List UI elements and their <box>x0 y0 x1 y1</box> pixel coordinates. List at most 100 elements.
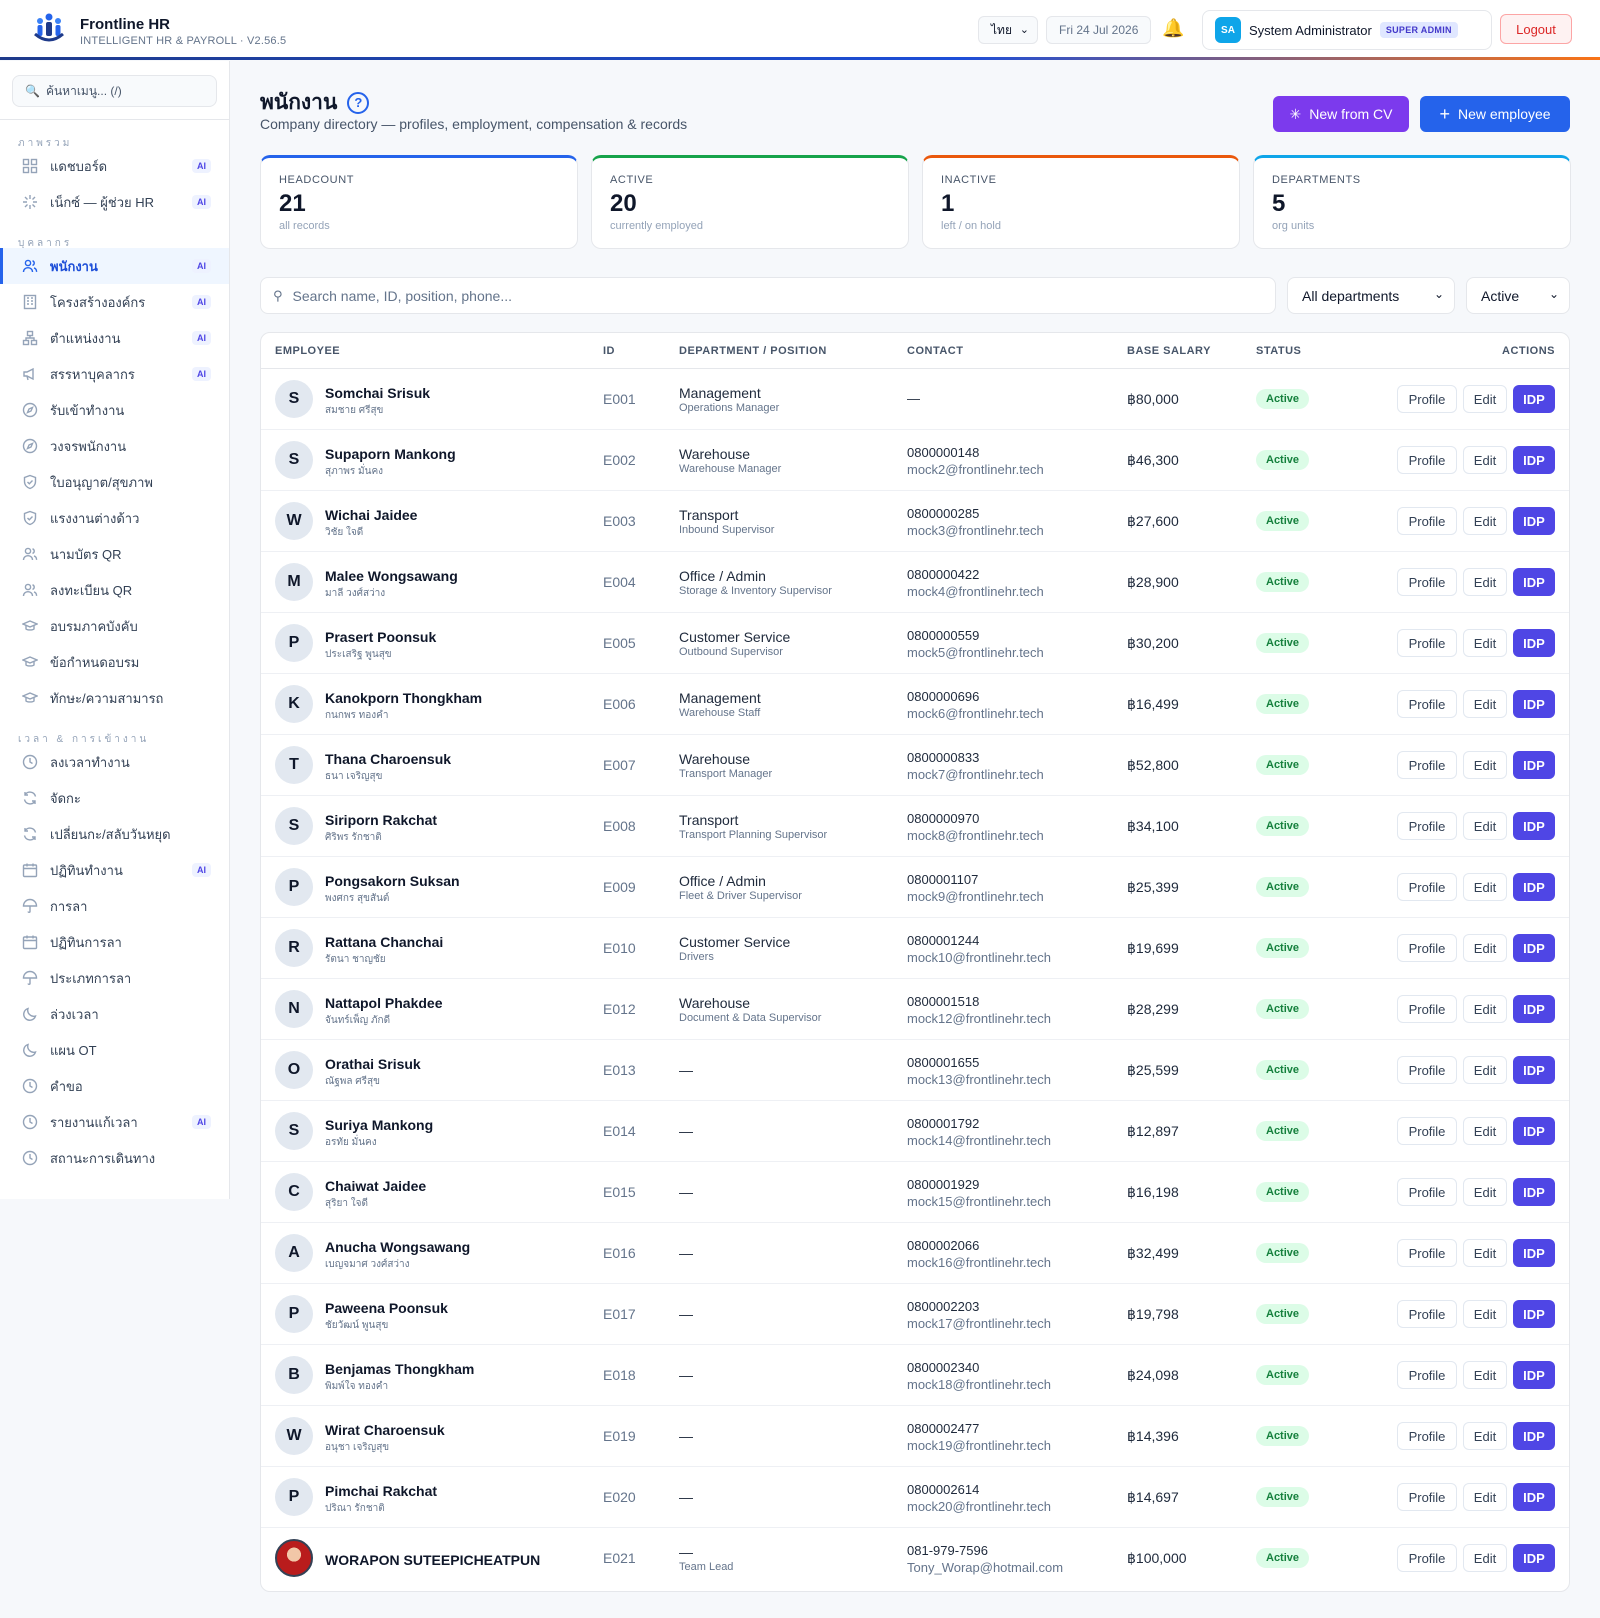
sidebar-item[interactable]: อบรมภาคบังคับ <box>0 608 229 644</box>
sidebar-item[interactable]: ปฏิทินการลา <box>0 924 229 960</box>
profile-button[interactable]: Profile <box>1397 1056 1457 1084</box>
idp-button[interactable]: IDP <box>1513 1178 1555 1206</box>
edit-button[interactable]: Edit <box>1463 629 1507 657</box>
edit-button[interactable]: Edit <box>1463 1422 1507 1450</box>
table-row[interactable]: B Benjamas Thongkham พิมพ์ใจ ทองคำ E018 … <box>261 1345 1569 1406</box>
employee-name[interactable]: Kanokporn Thongkham <box>325 690 482 706</box>
bell-icon[interactable]: 🔔 <box>1162 18 1184 39</box>
table-row[interactable]: C Chaiwat Jaidee สุริยา ใจดี E015 — 0800… <box>261 1162 1569 1223</box>
help-icon[interactable]: ? <box>347 91 370 114</box>
idp-button[interactable]: IDP <box>1513 385 1555 413</box>
department-filter[interactable]: All departments ⌄ <box>1287 277 1455 314</box>
edit-button[interactable]: Edit <box>1463 446 1507 474</box>
employee-name[interactable]: Somchai Srisuk <box>325 385 430 401</box>
edit-button[interactable]: Edit <box>1463 1239 1507 1267</box>
profile-button[interactable]: Profile <box>1397 568 1457 596</box>
table-row[interactable]: A Anucha Wongsawang เบญจมาศ วงศ์สว่าง E0… <box>261 1223 1569 1284</box>
idp-button[interactable]: IDP <box>1513 751 1555 779</box>
profile-button[interactable]: Profile <box>1397 507 1457 535</box>
table-row[interactable]: W Wichai Jaidee วิชัย ใจดี E003 Transpor… <box>261 491 1569 552</box>
sidebar-item[interactable]: แผน OT <box>0 1032 229 1068</box>
logout-button[interactable]: Logout <box>1500 14 1572 44</box>
col-id[interactable]: ID <box>603 345 615 357</box>
idp-button[interactable]: IDP <box>1513 446 1555 474</box>
table-row[interactable]: P Paweena Poonsuk ชัยวัฒน์ พูนสุข E017 —… <box>261 1284 1569 1345</box>
sidebar-item[interactable]: รับเข้าทำงาน <box>0 392 229 428</box>
sidebar-item[interactable]: แดชบอร์ด AI <box>0 148 229 184</box>
employee-name[interactable]: Wichai Jaidee <box>325 507 417 523</box>
table-row[interactable]: W Wirat Charoensuk อนุชา เจริญสุข E019 —… <box>261 1406 1569 1467</box>
idp-button[interactable]: IDP <box>1513 568 1555 596</box>
edit-button[interactable]: Edit <box>1463 568 1507 596</box>
col-employee[interactable]: EMPLOYEE <box>275 345 340 357</box>
new-employee-button[interactable]: + New employee <box>1420 96 1570 132</box>
sidebar-item[interactable]: ลงทะเบียน QR <box>0 572 229 608</box>
idp-button[interactable]: IDP <box>1513 1361 1555 1389</box>
sidebar-item[interactable]: พนักงาน AI <box>0 248 229 284</box>
user-menu[interactable]: SA System Administrator SUPER ADMIN <box>1202 10 1492 50</box>
table-row[interactable]: N Nattapol Phakdee จันทร์เพ็ญ ภักดี E012… <box>261 979 1569 1040</box>
edit-button[interactable]: Edit <box>1463 934 1507 962</box>
edit-button[interactable]: Edit <box>1463 1300 1507 1328</box>
table-row[interactable]: T Thana Charoensuk ธนา เจริญสุข E007 War… <box>261 735 1569 796</box>
sidebar-item[interactable]: เปลี่ยนกะ/สลับวันหยุด <box>0 816 229 852</box>
employee-name[interactable]: Pimchai Rakchat <box>325 1483 437 1499</box>
table-row[interactable]: S Suriya Mankong อรทัย มั่นคง E014 — 080… <box>261 1101 1569 1162</box>
employee-name[interactable]: Pongsakorn Suksan <box>325 873 460 889</box>
employee-name[interactable]: Prasert Poonsuk <box>325 629 436 645</box>
table-row[interactable]: O Orathai Srisuk ณัฐพล ศรีสุข E013 — 080… <box>261 1040 1569 1101</box>
employee-name[interactable]: Orathai Srisuk <box>325 1056 421 1072</box>
col-department[interactable]: DEPARTMENT / POSITION <box>679 345 827 357</box>
edit-button[interactable]: Edit <box>1463 507 1507 535</box>
edit-button[interactable]: Edit <box>1463 1544 1507 1572</box>
idp-button[interactable]: IDP <box>1513 629 1555 657</box>
idp-button[interactable]: IDP <box>1513 934 1555 962</box>
language-select[interactable]: ไทย ⌄ <box>978 16 1038 44</box>
sidebar-item[interactable]: แรงงานต่างด้าว <box>0 500 229 536</box>
sidebar-item[interactable]: สรรหาบุคลากร AI <box>0 356 229 392</box>
profile-button[interactable]: Profile <box>1397 1361 1457 1389</box>
profile-button[interactable]: Profile <box>1397 751 1457 779</box>
new-from-cv-button[interactable]: ✳ New from CV <box>1273 96 1409 132</box>
sidebar-item[interactable]: ตำแหน่งงาน AI <box>0 320 229 356</box>
idp-button[interactable]: IDP <box>1513 1544 1555 1572</box>
profile-button[interactable]: Profile <box>1397 385 1457 413</box>
sidebar-item[interactable]: ข้อกำหนดอบรม <box>0 644 229 680</box>
employee-search-input[interactable]: ⚲ Search name, ID, position, phone... <box>260 277 1276 314</box>
idp-button[interactable]: IDP <box>1513 1239 1555 1267</box>
employee-name[interactable]: Benjamas Thongkham <box>325 1361 474 1377</box>
employee-name[interactable]: Siriporn Rakchat <box>325 812 437 828</box>
edit-button[interactable]: Edit <box>1463 1178 1507 1206</box>
table-row[interactable]: K Kanokporn Thongkham กนกพร ทองคำ E006 M… <box>261 674 1569 735</box>
employee-name[interactable]: Rattana Chanchai <box>325 934 443 950</box>
sidebar-item[interactable]: ปฏิทินทำงาน AI <box>0 852 229 888</box>
employee-name[interactable]: Nattapol Phakdee <box>325 995 442 1011</box>
table-row[interactable]: S Siriporn Rakchat ศิริพร รักชาติ E008 T… <box>261 796 1569 857</box>
edit-button[interactable]: Edit <box>1463 751 1507 779</box>
profile-button[interactable]: Profile <box>1397 446 1457 474</box>
profile-button[interactable]: Profile <box>1397 629 1457 657</box>
profile-button[interactable]: Profile <box>1397 690 1457 718</box>
edit-button[interactable]: Edit <box>1463 1117 1507 1145</box>
table-row[interactable]: S Somchai Srisuk สมชาย ศรีสุข E001 Manag… <box>261 369 1569 430</box>
employee-name[interactable]: Supaporn Mankong <box>325 446 456 462</box>
sidebar-item[interactable]: ลงเวลาทำงาน <box>0 744 229 780</box>
edit-button[interactable]: Edit <box>1463 1056 1507 1084</box>
idp-button[interactable]: IDP <box>1513 873 1555 901</box>
employee-name[interactable]: Chaiwat Jaidee <box>325 1178 426 1194</box>
employee-name[interactable]: WORAPON SUTEEPICHEATPUN <box>325 1552 540 1568</box>
menu-search-input[interactable]: 🔍 ค้นหาเมนู... (/) <box>12 75 217 107</box>
profile-button[interactable]: Profile <box>1397 1544 1457 1572</box>
idp-button[interactable]: IDP <box>1513 690 1555 718</box>
idp-button[interactable]: IDP <box>1513 1117 1555 1145</box>
col-status[interactable]: STATUS <box>1256 345 1301 357</box>
table-row[interactable]: P Pongsakorn Suksan พงศกร สุขสันต์ E009 … <box>261 857 1569 918</box>
sidebar-item[interactable]: จัดกะ <box>0 780 229 816</box>
employee-name[interactable]: Wirat Charoensuk <box>325 1422 445 1438</box>
col-salary[interactable]: BASE SALARY <box>1127 345 1211 357</box>
idp-button[interactable]: IDP <box>1513 812 1555 840</box>
employee-name[interactable]: Anucha Wongsawang <box>325 1239 470 1255</box>
table-row[interactable]: M Malee Wongsawang มาลี วงศ์สว่าง E004 O… <box>261 552 1569 613</box>
sidebar-item[interactable]: ใบอนุญาต/สุขภาพ <box>0 464 229 500</box>
sidebar-item[interactable]: รายงานแก้เวลา AI <box>0 1104 229 1140</box>
